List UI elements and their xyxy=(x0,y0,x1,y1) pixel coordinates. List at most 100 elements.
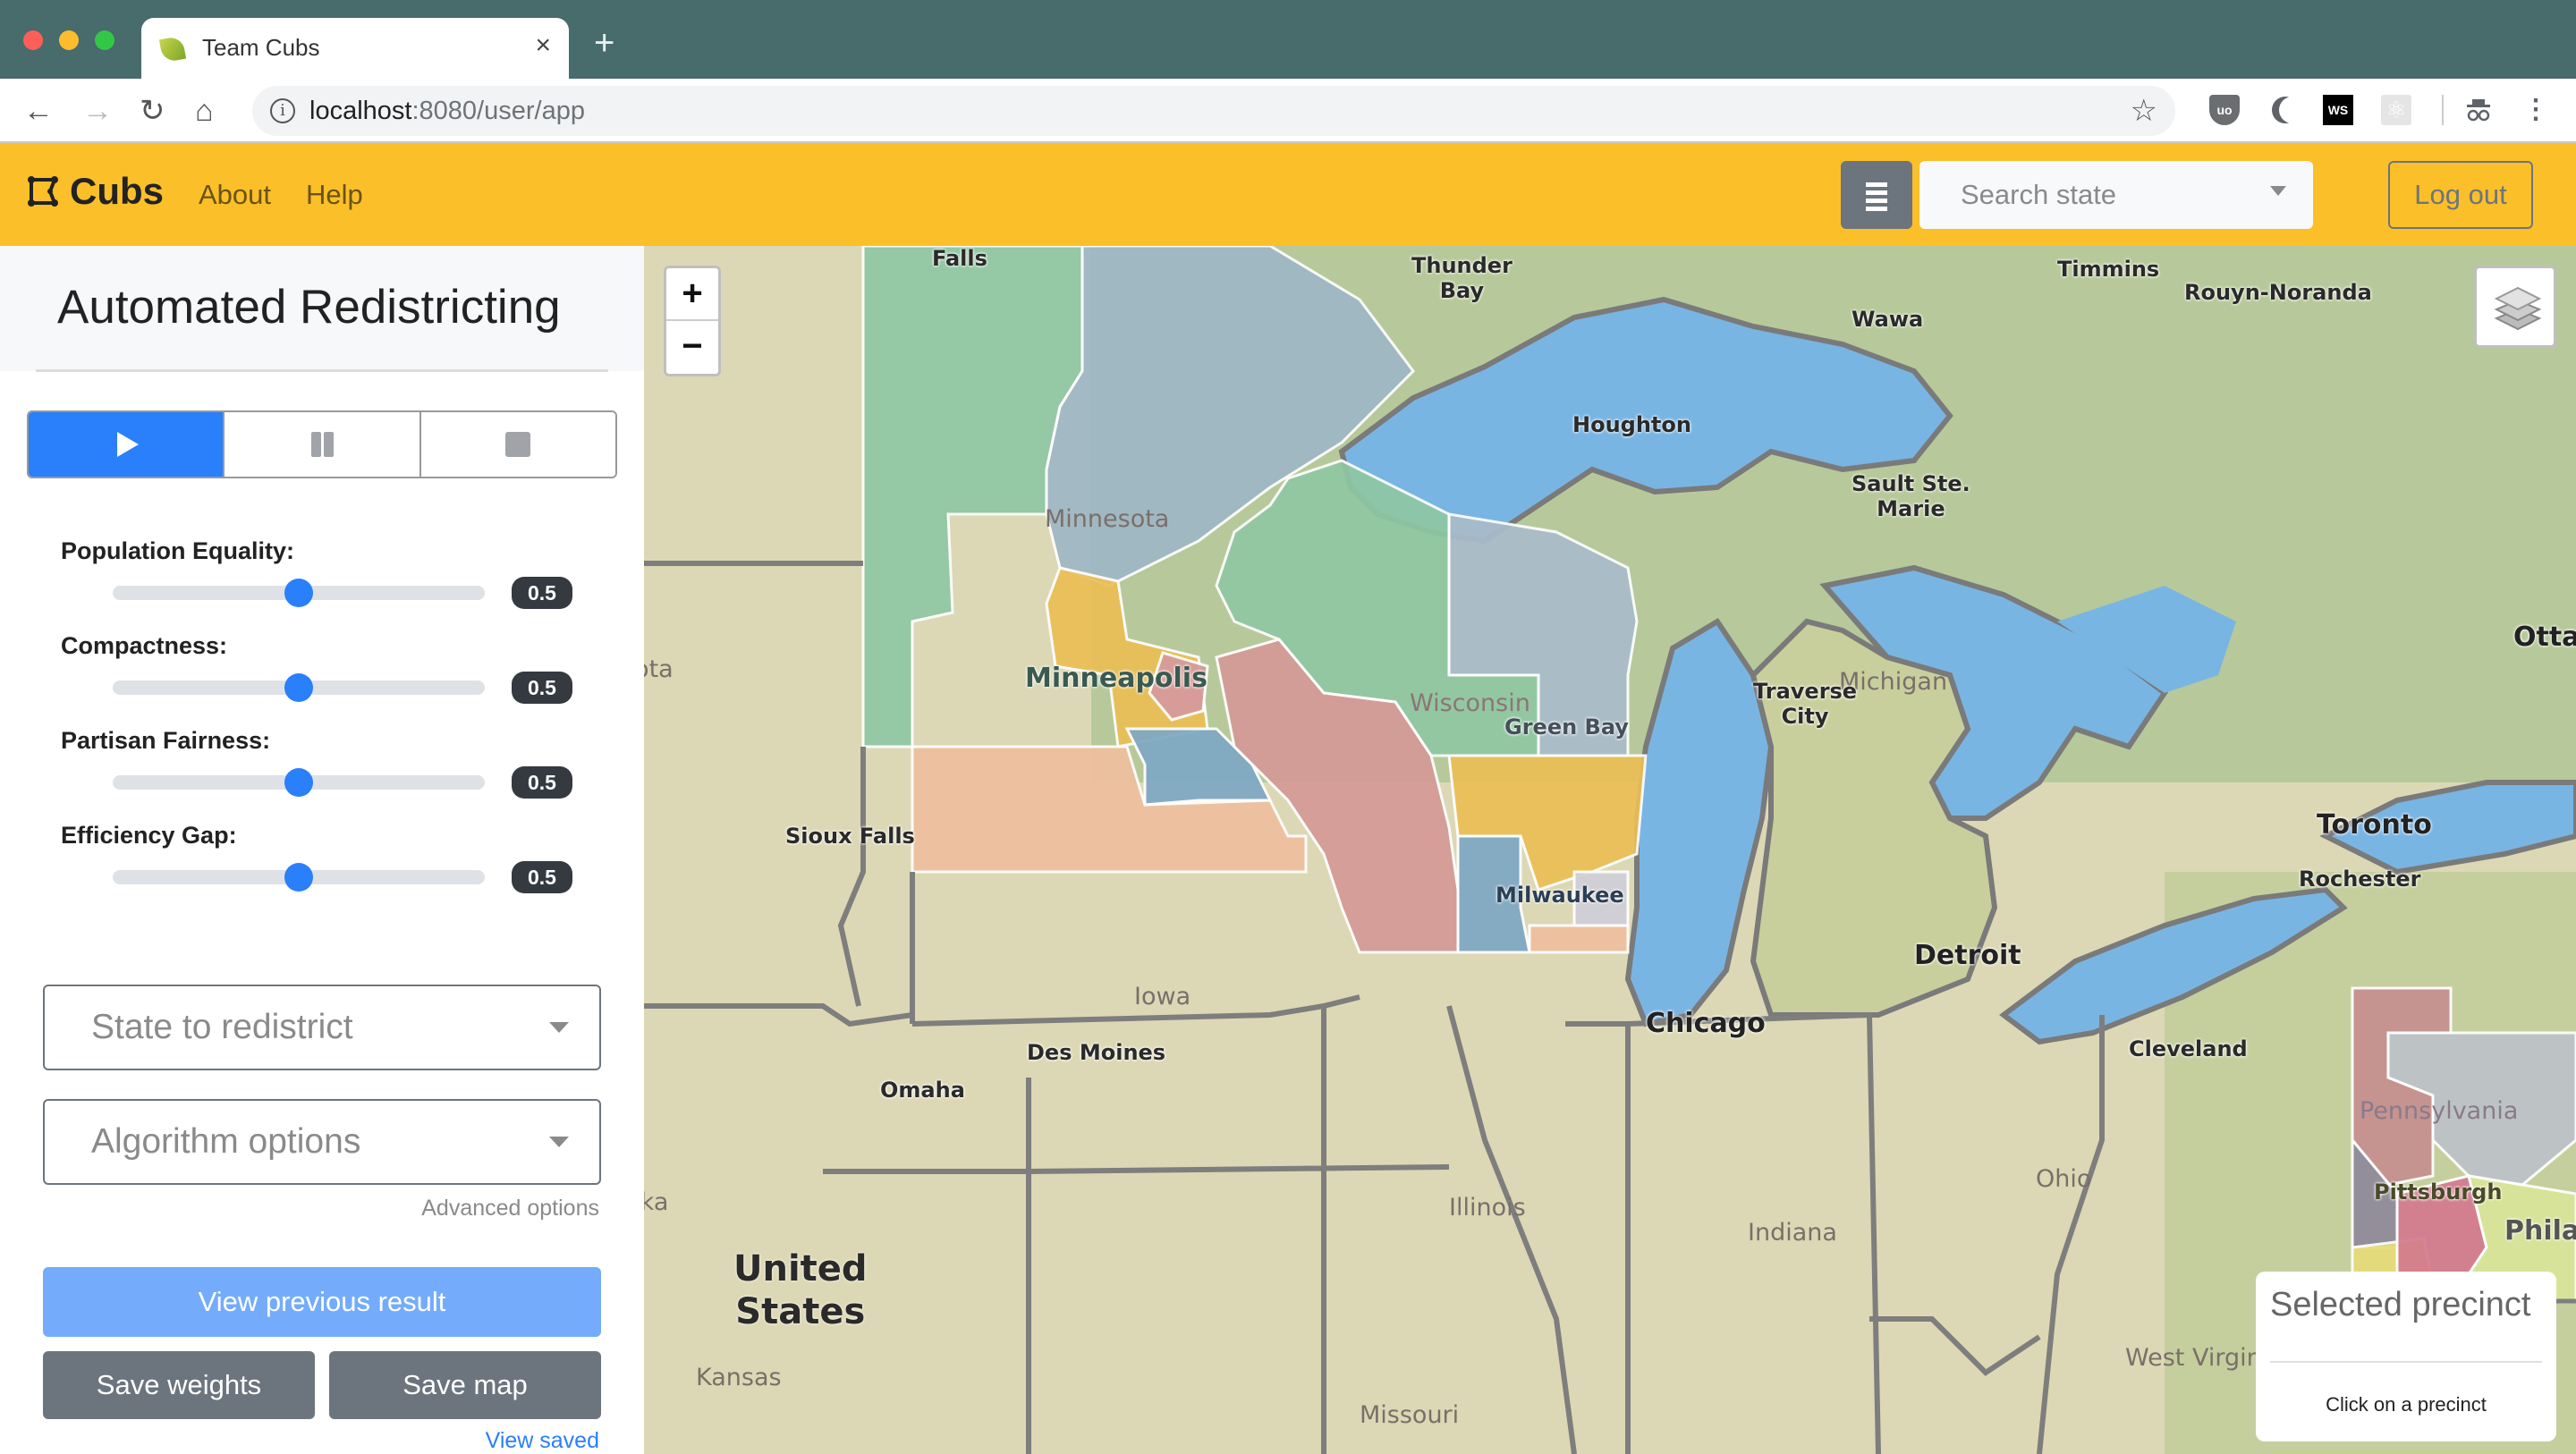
nav-about[interactable]: About xyxy=(199,179,271,211)
menu-line xyxy=(1866,199,1887,203)
incognito-icon[interactable] xyxy=(2463,95,2494,125)
algorithm-options-select[interactable]: Algorithm options xyxy=(43,1099,601,1185)
stop-button[interactable] xyxy=(419,412,615,477)
menu-line xyxy=(1866,190,1887,195)
sidebar: Automated Redistricting Population Equal… xyxy=(0,246,644,1454)
menu-line xyxy=(1866,182,1887,187)
play-icon xyxy=(116,432,139,457)
view-previous-result-button[interactable]: View previous result xyxy=(43,1267,601,1337)
map-label-sault-ste-marie: Sault Ste. Marie xyxy=(1852,471,1970,521)
map-label-ohio: Ohio xyxy=(2036,1165,2092,1193)
pause-button[interactable] xyxy=(223,412,419,477)
ws-extension-icon[interactable]: WS xyxy=(2323,95,2353,125)
map-label-philadelphia: Philadelphia xyxy=(2504,1215,2576,1247)
weight-value-badge: 0.5 xyxy=(512,672,572,704)
map-label-wawa: Wawa xyxy=(1852,307,1924,332)
url-field[interactable]: i localhost:8080/user/app ☆ xyxy=(252,86,2175,136)
weight-label: Partisan Fairness: xyxy=(61,727,271,754)
back-arrow-icon[interactable]: ← xyxy=(23,93,54,129)
bookmark-star-icon[interactable]: ☆ xyxy=(2131,93,2157,129)
state-to-redistrict-select[interactable]: State to redistrict xyxy=(43,985,601,1070)
efficiency-gap-slider[interactable] xyxy=(113,863,485,892)
district-wi-south xyxy=(1528,924,1630,954)
map-label-ottawa: Ottawa xyxy=(2513,621,2576,653)
map-label-chicago: Chicago xyxy=(1646,1008,1766,1039)
map-label-illinois: Illinois xyxy=(1449,1194,1526,1222)
view-saved-link[interactable]: View saved xyxy=(486,1428,599,1454)
layers-control-button[interactable] xyxy=(2474,266,2556,348)
menu-line xyxy=(1866,207,1887,211)
home-icon[interactable]: ⌂ xyxy=(195,93,214,129)
slider-thumb[interactable] xyxy=(284,863,313,892)
list-menu-button[interactable] xyxy=(1841,161,1912,229)
map-label-traverse-city: Traverse City xyxy=(1753,679,1858,729)
ublock-shield-icon[interactable]: uo xyxy=(2209,95,2240,125)
react-devtools-icon[interactable]: ⚛ xyxy=(2381,95,2411,125)
new-tab-button[interactable]: + xyxy=(594,25,614,61)
slider-thumb[interactable] xyxy=(284,579,313,607)
weight-label: Population Equality: xyxy=(61,537,294,564)
slider-thumb[interactable] xyxy=(284,768,313,797)
weight-population-equality: Population Equality: 0.5 xyxy=(61,537,597,632)
caret-down-icon xyxy=(549,1137,569,1147)
zoom-out-button[interactable]: − xyxy=(666,321,718,374)
divider xyxy=(2270,1361,2542,1363)
precinct-panel-title: Selected precinct xyxy=(2270,1286,2531,1323)
map-label-missouri: Missouri xyxy=(1360,1401,1460,1429)
map-label-houghton: Houghton xyxy=(1572,412,1691,437)
brand-link[interactable]: Cubs xyxy=(27,170,164,213)
divider xyxy=(36,369,608,372)
map-label-rochester: Rochester xyxy=(2299,866,2421,892)
window-zoom-button[interactable] xyxy=(95,30,114,50)
info-icon[interactable]: i xyxy=(270,98,295,123)
compactness-slider[interactable] xyxy=(113,673,485,702)
map-label-kansas: Kansas xyxy=(696,1364,782,1391)
window-close-button[interactable] xyxy=(23,30,43,50)
nav-help[interactable]: Help xyxy=(306,179,363,211)
map-label-wisconsin: Wisconsin xyxy=(1410,689,1530,717)
url-path: :8080/user/app xyxy=(411,97,585,125)
partisan-fairness-slider[interactable] xyxy=(113,768,485,797)
map-label-falls: Falls xyxy=(932,246,987,271)
caret-down-icon xyxy=(2270,186,2286,196)
pause-icon xyxy=(309,432,335,457)
layers-icon xyxy=(2494,286,2542,331)
window-minimize-button[interactable] xyxy=(59,30,79,50)
map-label-des-moines: Des Moines xyxy=(1027,1040,1166,1065)
map-label-minnesota: Minnesota xyxy=(1045,505,1170,533)
play-button[interactable] xyxy=(29,412,224,477)
toolbar-divider xyxy=(2442,95,2444,125)
map-label-pennsylvania: Pennsylvania xyxy=(2360,1097,2519,1125)
browser-tab-bar: Team Cubs × + xyxy=(0,0,2576,79)
brand-name: Cubs xyxy=(70,170,164,212)
map-label-toronto: Toronto xyxy=(2317,809,2432,841)
weight-value-badge: 0.5 xyxy=(512,861,572,893)
url-host: localhost xyxy=(309,97,412,125)
map-label-united-states: United States xyxy=(733,1248,868,1332)
reload-icon[interactable]: ↻ xyxy=(140,93,165,129)
map-label-rouyn-noranda: Rouyn-Noranda xyxy=(2184,280,2372,305)
map-label-timmins: Timmins xyxy=(2057,257,2160,282)
population-equality-slider[interactable] xyxy=(113,579,485,607)
save-map-button[interactable]: Save map xyxy=(329,1351,601,1419)
select-placeholder: State to redistrict xyxy=(91,1008,353,1046)
advanced-options-link[interactable]: Advanced options xyxy=(421,1196,599,1222)
forward-arrow-icon[interactable]: → xyxy=(82,93,113,129)
map-label-indiana: Indiana xyxy=(1748,1219,1837,1247)
browser-menu-icon[interactable]: ⋮ xyxy=(2521,95,2551,125)
leaf-favicon-icon xyxy=(158,35,187,63)
search-state-dropdown[interactable]: Search state xyxy=(1919,161,2313,229)
map-label-detroit: Detroit xyxy=(1914,940,2021,971)
zoom-in-button[interactable]: + xyxy=(666,268,718,321)
map-label-pittsburgh: Pittsburgh xyxy=(2374,1179,2503,1205)
map-label-milwaukee: Milwaukee xyxy=(1496,883,1624,908)
save-weights-button[interactable]: Save weights xyxy=(43,1351,315,1419)
weight-value-badge: 0.5 xyxy=(512,577,572,609)
browser-tab[interactable]: Team Cubs × xyxy=(141,18,569,79)
dark-mode-moon-icon[interactable] xyxy=(2279,97,2306,123)
stop-icon xyxy=(505,432,531,457)
slider-thumb[interactable] xyxy=(284,673,313,702)
logout-button[interactable]: Log out xyxy=(2388,161,2533,229)
close-tab-icon[interactable]: × xyxy=(535,30,551,61)
app-navbar: Cubs About Help Search state Log out xyxy=(0,143,2576,246)
